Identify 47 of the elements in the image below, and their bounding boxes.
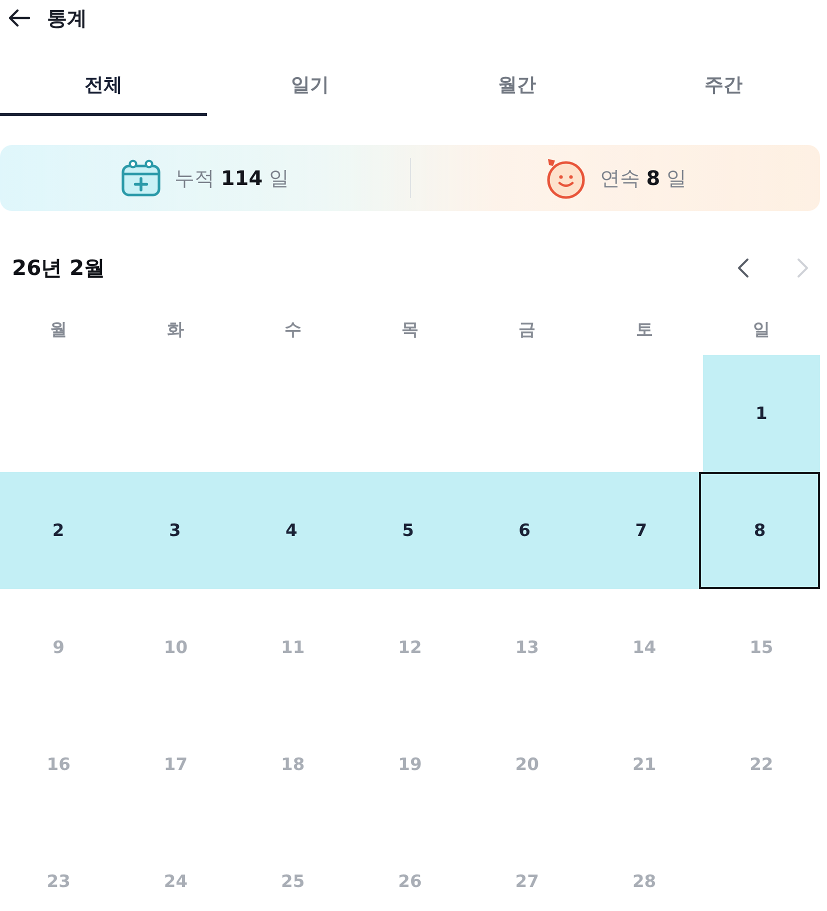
calendar-day[interactable]: 1 xyxy=(702,355,820,472)
calendar-day: 9 xyxy=(0,589,118,706)
calendar-day[interactable]: 2 xyxy=(0,472,117,589)
back-arrow-icon xyxy=(8,9,30,27)
weekday-label: 수 xyxy=(283,319,302,342)
calendar-day: 14 xyxy=(586,589,703,706)
calendar-day[interactable]: 3 xyxy=(116,472,234,589)
calendar-day: 24 xyxy=(117,823,234,911)
calendar-day: 16 xyxy=(0,706,118,823)
calendar-day: 23 xyxy=(0,823,118,911)
calendar-day: 12 xyxy=(351,589,469,706)
chevron-right-icon xyxy=(797,258,809,278)
tab[interactable]: 전체 xyxy=(0,56,207,116)
calendar-day[interactable]: 5 xyxy=(350,472,466,589)
calendar-day[interactable]: 4 xyxy=(233,472,350,589)
weekday-label: 금 xyxy=(518,319,537,342)
calendar-day: 11 xyxy=(234,589,352,706)
month-title: 26년 2월 xyxy=(12,255,106,282)
calendar-day: 19 xyxy=(351,706,469,823)
calendar-day: 20 xyxy=(468,706,586,823)
weekday-label: 토 xyxy=(634,319,654,342)
calendar-day: 27 xyxy=(468,823,586,911)
calendar-day: 25 xyxy=(234,823,352,911)
calendar-day: 18 xyxy=(234,706,352,823)
calendar-day: 22 xyxy=(702,706,820,823)
calendar-day: 10 xyxy=(117,589,234,706)
calendar-plus-icon xyxy=(120,159,161,197)
tab[interactable]: 일기 xyxy=(206,56,414,116)
weekday-label: 일 xyxy=(752,319,771,342)
chevron-left-icon xyxy=(737,258,749,278)
total-days-stat: 누적 114 일 xyxy=(174,164,289,192)
calendar-day: 15 xyxy=(702,589,820,706)
tab[interactable]: 주간 xyxy=(620,56,827,116)
calendar-day[interactable]: 7 xyxy=(582,472,700,589)
calendar-day: 28 xyxy=(586,823,703,911)
weekday-label: 목 xyxy=(400,319,420,342)
weekday-label: 화 xyxy=(166,319,186,342)
page-title: 통계 xyxy=(47,4,87,32)
calendar-day[interactable]: 6 xyxy=(466,472,583,589)
streak-days-stat: 연속 8 일 xyxy=(600,164,687,192)
tab[interactable]: 월간 xyxy=(414,56,620,116)
calendar-day: 13 xyxy=(468,589,586,706)
weekday-label: 월 xyxy=(49,319,68,342)
calendar-day: 21 xyxy=(586,706,703,823)
calendar-day: 17 xyxy=(117,706,234,823)
calendar-day[interactable]: 8 xyxy=(699,472,820,589)
calendar-day: 26 xyxy=(351,823,469,911)
